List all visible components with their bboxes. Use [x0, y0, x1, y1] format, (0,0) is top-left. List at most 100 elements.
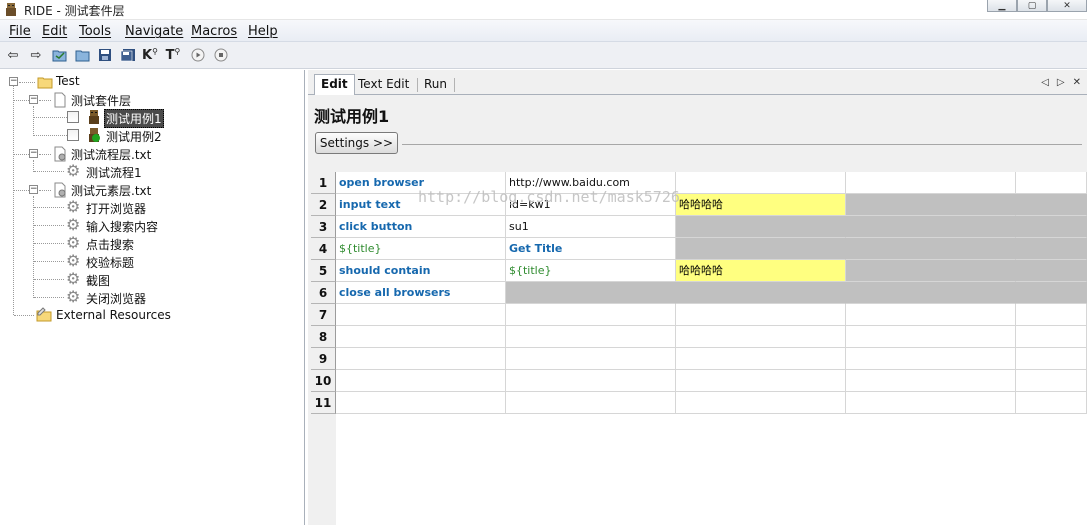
- table-cell[interactable]: [1016, 172, 1087, 194]
- table-cell[interactable]: [846, 326, 1016, 348]
- table-cell[interactable]: [1016, 260, 1087, 282]
- open-directory-button[interactable]: [74, 46, 92, 64]
- table-cell[interactable]: [676, 282, 846, 304]
- table-cell[interactable]: ${title}: [506, 260, 676, 282]
- table-cell[interactable]: [1016, 282, 1087, 304]
- menu-edit[interactable]: Edit: [42, 24, 67, 39]
- tree-collapse-flow-file[interactable]: −: [29, 149, 38, 158]
- tree-node-suite[interactable]: 测试套件层: [71, 92, 131, 109]
- table-cell[interactable]: [1016, 370, 1087, 392]
- table-cell[interactable]: id=kw1: [506, 194, 676, 216]
- maximize-button[interactable]: ▢: [1017, 0, 1047, 12]
- tree-node-test[interactable]: Test: [56, 74, 80, 88]
- stop-button[interactable]: [212, 46, 230, 64]
- test-1-checkbox[interactable]: [67, 111, 79, 123]
- menu-macros[interactable]: Macros: [191, 24, 237, 39]
- search-tests-button[interactable]: T ⚲: [164, 46, 182, 64]
- table-cell[interactable]: [846, 172, 1016, 194]
- row-number[interactable]: 7: [311, 304, 336, 326]
- row-number[interactable]: 2: [311, 194, 336, 216]
- table-cell[interactable]: [506, 282, 676, 304]
- tab-run[interactable]: Run: [418, 75, 453, 95]
- table-cell[interactable]: click button: [336, 216, 506, 238]
- table-cell[interactable]: [336, 392, 506, 414]
- menu-help[interactable]: Help: [248, 24, 278, 39]
- table-cell[interactable]: [336, 326, 506, 348]
- back-button[interactable]: ⇦: [4, 46, 22, 64]
- table-cell[interactable]: su1: [506, 216, 676, 238]
- menu-file[interactable]: File: [9, 24, 31, 39]
- table-cell[interactable]: open browser: [336, 172, 506, 194]
- table-cell[interactable]: [1016, 216, 1087, 238]
- tree-collapse-suite[interactable]: −: [29, 95, 38, 104]
- tab-prev-icon[interactable]: ◁: [1041, 77, 1049, 88]
- table-cell[interactable]: [846, 348, 1016, 370]
- table-cell[interactable]: [846, 260, 1016, 282]
- row-number[interactable]: 1: [311, 172, 336, 194]
- run-button[interactable]: [189, 46, 207, 64]
- table-cell[interactable]: close all browsers: [336, 282, 506, 304]
- tree-node-keyword[interactable]: 点击搜索: [86, 236, 134, 253]
- table-cell[interactable]: [676, 348, 846, 370]
- table-cell[interactable]: http://www.baidu.com: [506, 172, 676, 194]
- table-cell[interactable]: [846, 392, 1016, 414]
- table-cell[interactable]: [506, 326, 676, 348]
- menu-tools[interactable]: Tools: [79, 24, 111, 39]
- table-cell[interactable]: [1016, 326, 1087, 348]
- table-cell[interactable]: [676, 326, 846, 348]
- table-cell[interactable]: [846, 282, 1016, 304]
- row-number[interactable]: 10: [311, 370, 336, 392]
- tree-node-keyword[interactable]: 校验标题: [86, 254, 134, 271]
- tab-text-edit[interactable]: Text Edit: [352, 75, 415, 95]
- tree-node-test-2[interactable]: 测试用例2: [106, 128, 162, 145]
- table-cell[interactable]: [676, 304, 846, 326]
- table-cell[interactable]: Get Title: [506, 238, 676, 260]
- save-button[interactable]: [96, 46, 114, 64]
- table-cell[interactable]: [336, 370, 506, 392]
- tree-node-keyword[interactable]: 打开浏览器: [86, 200, 146, 217]
- table-cell[interactable]: [506, 392, 676, 414]
- table-cell[interactable]: [506, 348, 676, 370]
- tree-node-keyword[interactable]: 输入搜索内容: [86, 218, 158, 235]
- table-cell[interactable]: [676, 172, 846, 194]
- table-cell[interactable]: [336, 304, 506, 326]
- tree-node-flow-keyword[interactable]: 测试流程1: [86, 164, 142, 181]
- table-cell[interactable]: 哈哈哈哈: [676, 260, 846, 282]
- table-cell[interactable]: [846, 370, 1016, 392]
- table-cell[interactable]: ${title}: [336, 238, 506, 260]
- tab-close-icon[interactable]: ✕: [1073, 77, 1081, 88]
- table-cell[interactable]: [676, 216, 846, 238]
- table-cell[interactable]: [676, 238, 846, 260]
- tree-node-external-resources[interactable]: External Resources: [56, 308, 171, 322]
- table-cell[interactable]: [1016, 194, 1087, 216]
- row-number[interactable]: 8: [311, 326, 336, 348]
- table-cell[interactable]: [1016, 304, 1087, 326]
- tree-node-keyword[interactable]: 截图: [86, 272, 110, 289]
- tab-next-icon[interactable]: ▷: [1057, 77, 1065, 88]
- table-cell[interactable]: 哈哈哈哈: [676, 194, 846, 216]
- table-cell[interactable]: [336, 348, 506, 370]
- table-cell[interactable]: [676, 392, 846, 414]
- tree-node-flow-file[interactable]: 测试流程层.txt: [71, 146, 151, 163]
- table-cell[interactable]: [1016, 348, 1087, 370]
- row-number[interactable]: 9: [311, 348, 336, 370]
- search-keywords-button[interactable]: K ⚲: [141, 46, 159, 64]
- tree-collapse-root[interactable]: −: [9, 77, 18, 86]
- forward-button[interactable]: ⇨: [27, 46, 45, 64]
- minimize-button[interactable]: ▁: [987, 0, 1017, 12]
- tree-collapse-element-file[interactable]: −: [29, 185, 38, 194]
- row-number[interactable]: 5: [311, 260, 336, 282]
- table-cell[interactable]: [846, 238, 1016, 260]
- close-window-button[interactable]: ✕: [1047, 0, 1087, 12]
- table-cell[interactable]: input text: [336, 194, 506, 216]
- table-cell[interactable]: [1016, 238, 1087, 260]
- table-cell[interactable]: [506, 370, 676, 392]
- row-number[interactable]: 6: [311, 282, 336, 304]
- tab-edit[interactable]: Edit: [314, 74, 355, 96]
- tree-node-element-file[interactable]: 测试元素层.txt: [71, 182, 151, 199]
- tree-node-test-1[interactable]: 测试用例1: [104, 109, 164, 128]
- menu-navigate[interactable]: Navigate: [125, 24, 183, 39]
- save-all-button[interactable]: [119, 46, 137, 64]
- table-cell[interactable]: [846, 216, 1016, 238]
- table-cell[interactable]: [846, 304, 1016, 326]
